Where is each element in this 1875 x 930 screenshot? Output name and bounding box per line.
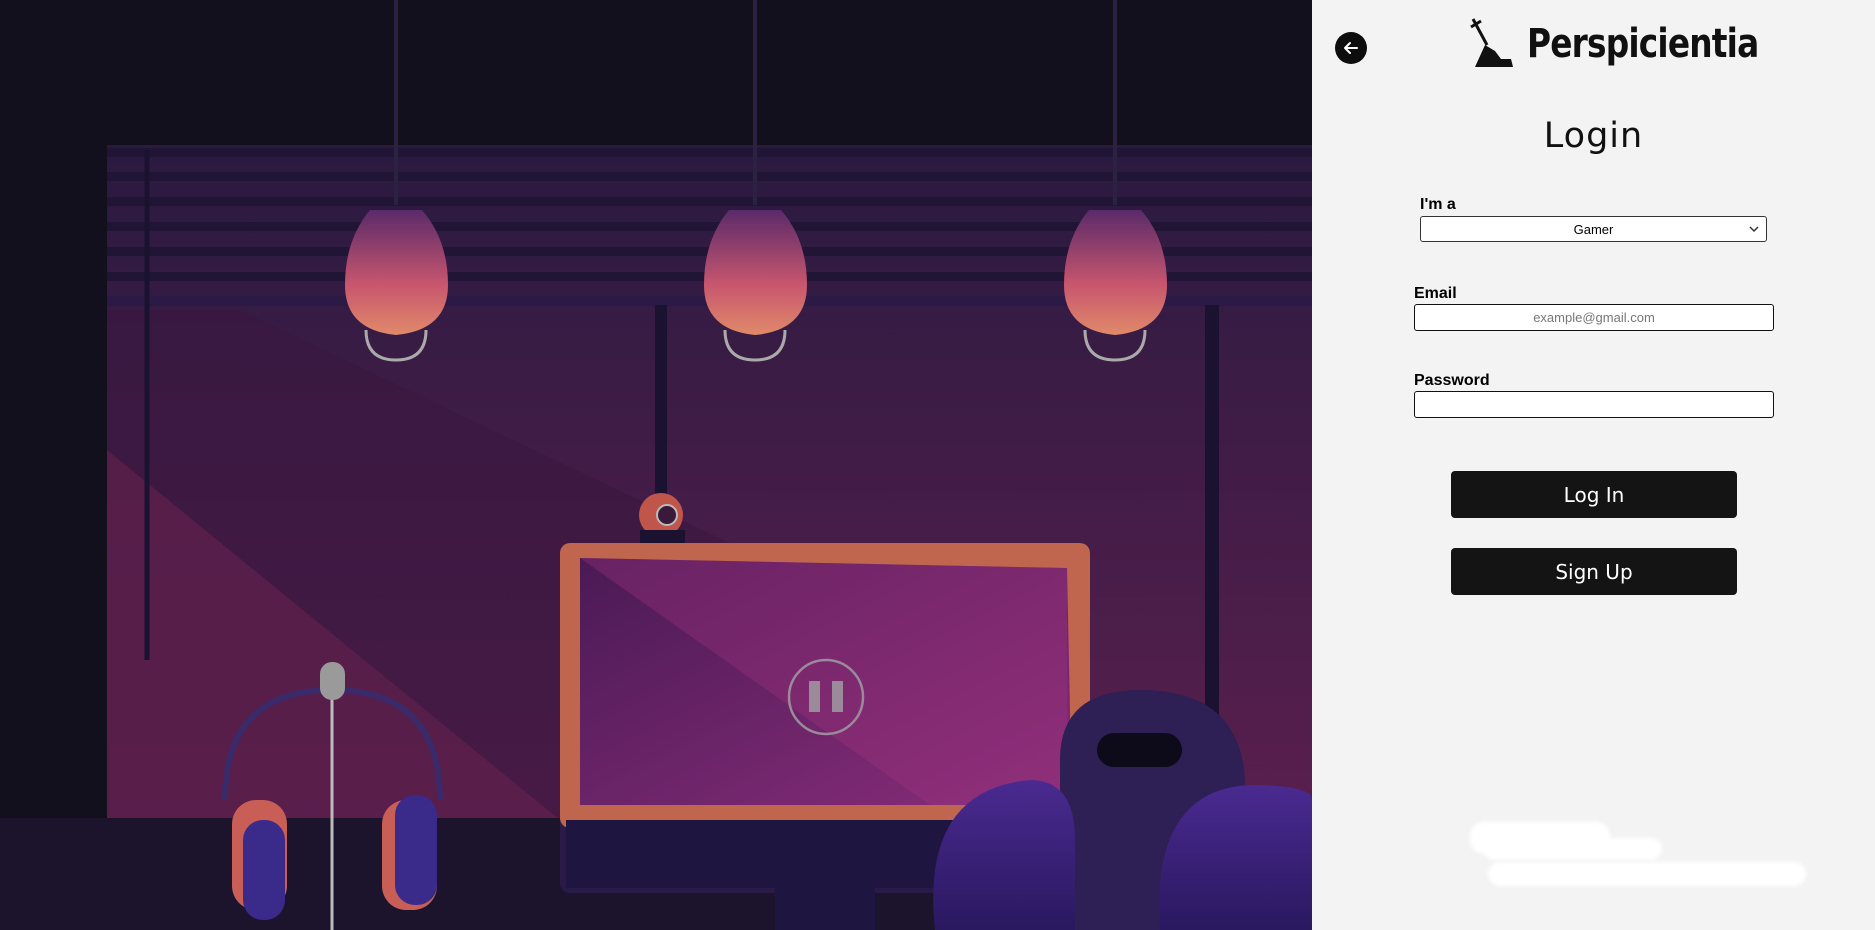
brand[interactable]: Perspicientia	[1467, 14, 1809, 74]
gaming-room-illustration	[0, 0, 1312, 930]
password-label: Password	[1414, 372, 1490, 389]
page-title: Login	[1543, 116, 1644, 156]
redacted-area	[1484, 838, 1662, 860]
email-field[interactable]	[1414, 304, 1774, 331]
role-select[interactable]: Gamer	[1420, 216, 1767, 242]
arrow-left-icon	[1344, 42, 1358, 54]
email-label: Email	[1414, 285, 1457, 302]
chevron-down-icon	[1749, 226, 1759, 233]
login-panel: Perspicientia Login I'm a Gamer Email Pa…	[1312, 0, 1875, 930]
brand-name: Perspicientia	[1527, 21, 1759, 67]
back-button[interactable]	[1335, 32, 1367, 64]
sword-in-stone-icon	[1470, 18, 1513, 67]
role-label: I'm a	[1420, 196, 1456, 213]
role-selected-value: Gamer	[1573, 221, 1614, 237]
background-scene	[0, 0, 1312, 930]
password-field[interactable]	[1414, 391, 1774, 418]
redacted-area	[1488, 862, 1806, 886]
signup-button[interactable]: Sign Up	[1451, 548, 1737, 595]
login-button[interactable]: Log In	[1451, 471, 1737, 518]
